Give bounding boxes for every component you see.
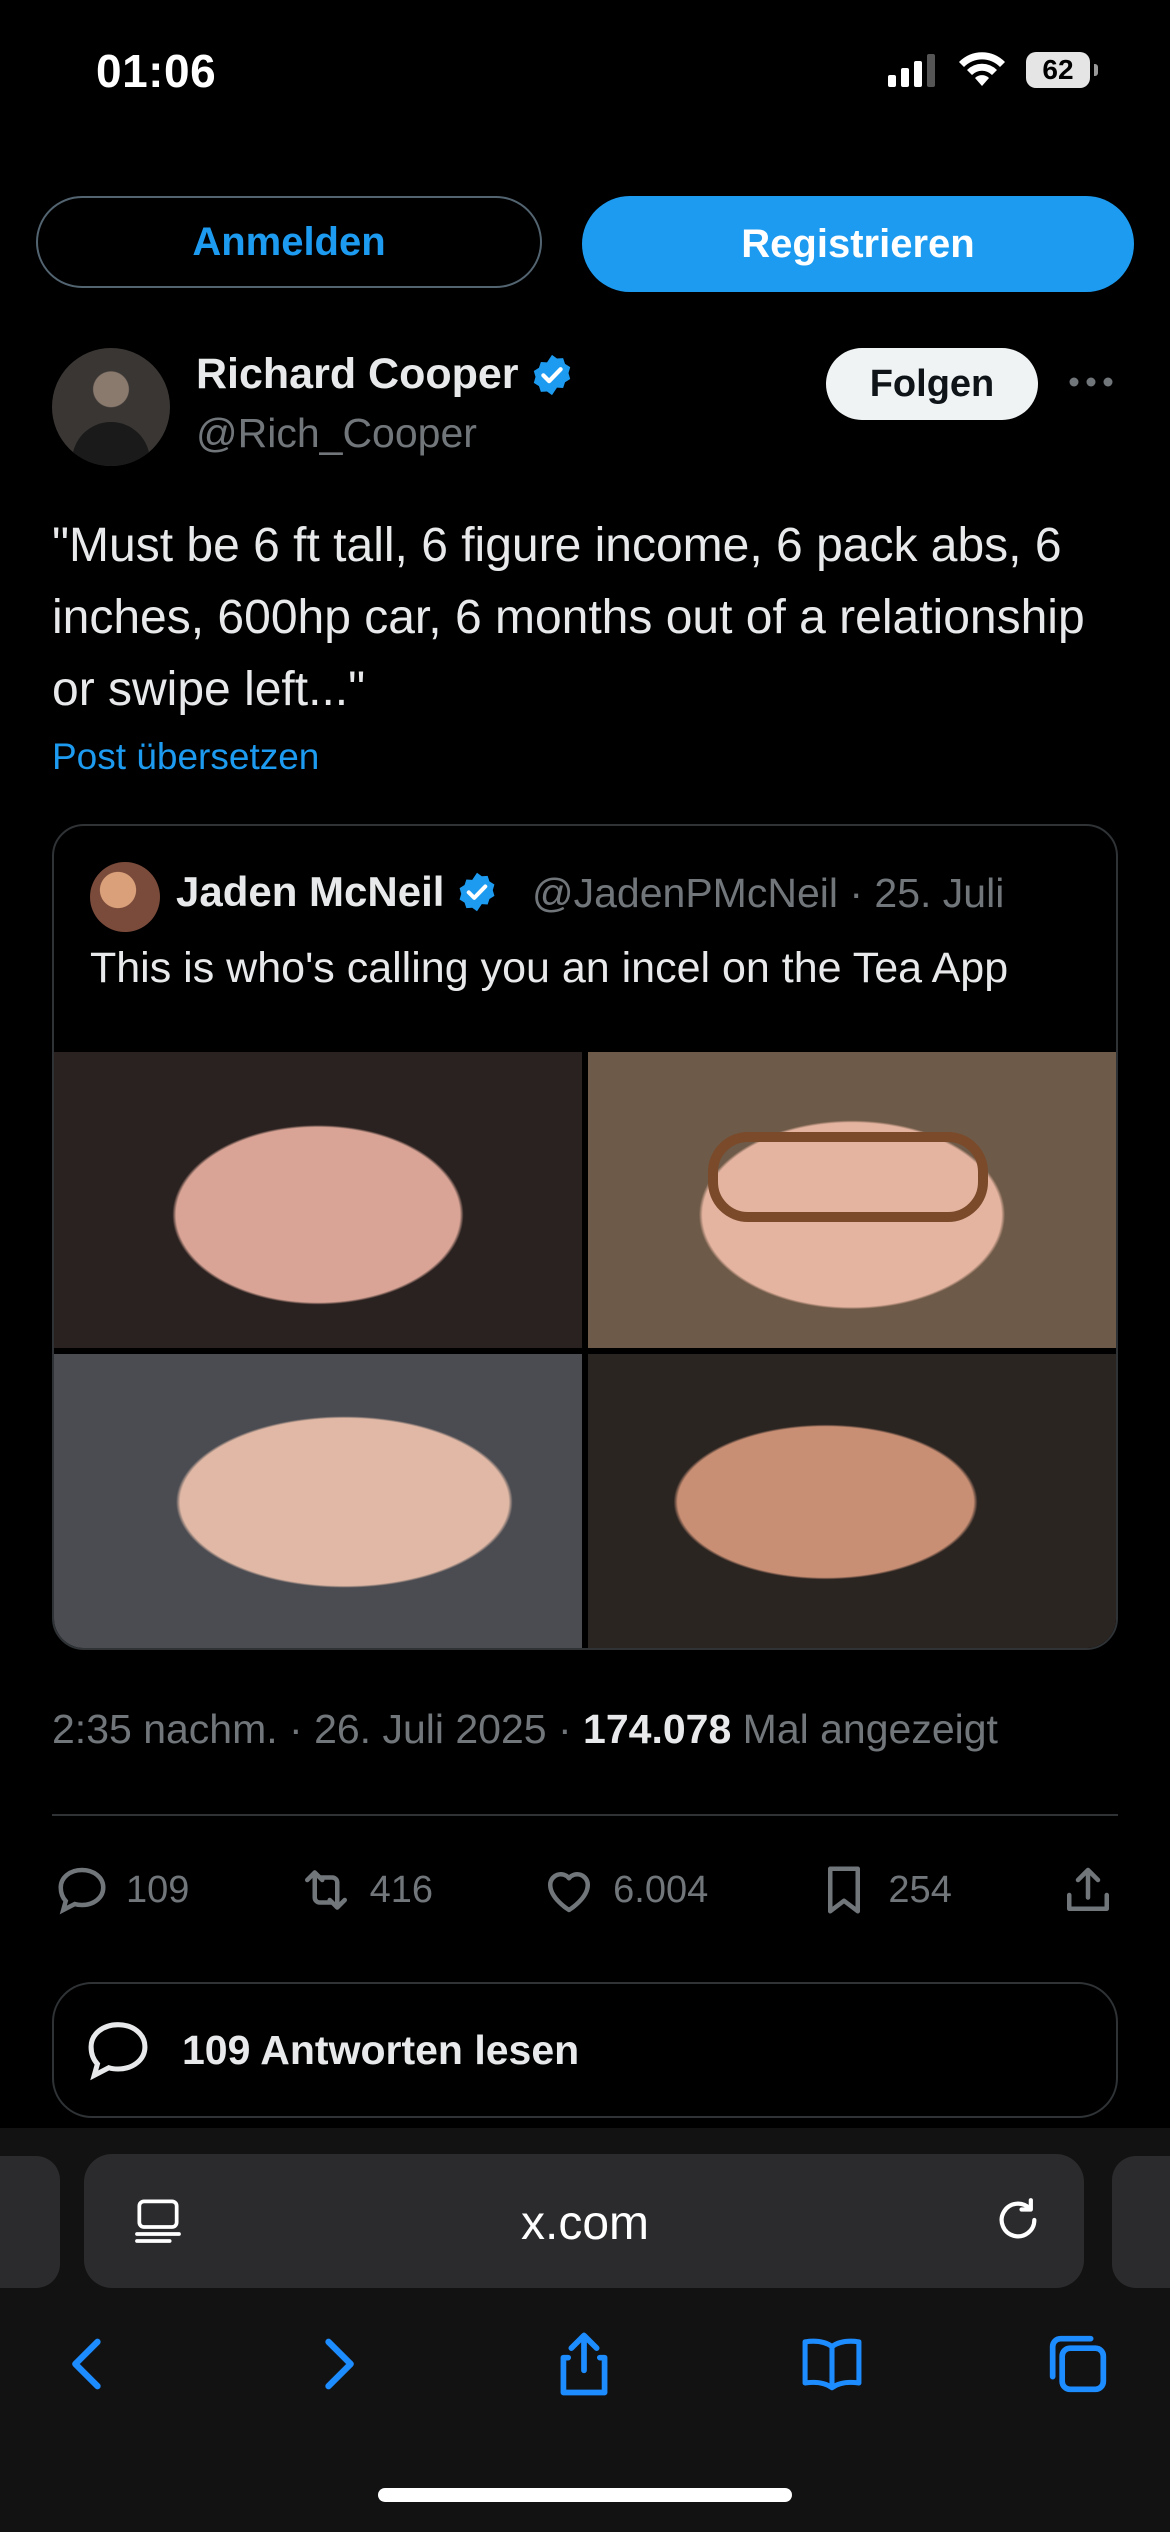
reply-count: 109 (126, 1868, 190, 1911)
quoted-author-avatar[interactable] (90, 862, 160, 932)
heart-icon (548, 1872, 591, 1913)
back-icon[interactable] (50, 2326, 126, 2402)
login-button[interactable]: Anmelden (36, 196, 542, 288)
quoted-photo-4[interactable] (588, 1354, 1116, 1648)
share-page-icon[interactable] (546, 2326, 622, 2402)
share-icon (1067, 1867, 1109, 1911)
read-replies-button[interactable]: 109 Antworten lesen (52, 1982, 1118, 2118)
author-name-row[interactable]: Richard Cooper (196, 350, 575, 399)
retweet-count: 416 (369, 1868, 433, 1911)
like-action[interactable]: 6.004 (539, 1860, 708, 1920)
quoted-author-name[interactable]: Jaden McNeil (176, 868, 444, 916)
signal-icon (888, 54, 935, 87)
views-count: 174.078 (583, 1706, 732, 1752)
quoted-tweet[interactable]: Jaden McNeil @JadenPMcNeil · 25. Juli Th… (52, 824, 1118, 1650)
verified-badge-icon (454, 869, 500, 915)
status-time: 01:06 (96, 45, 217, 97)
tweet-timestamp[interactable]: 2:35 nachm. · 26. Juli 2025 · (52, 1706, 572, 1752)
glasses-shape (708, 1132, 988, 1222)
reply-icon (58, 1867, 106, 1915)
wifi-icon (959, 52, 1005, 86)
tweet-meta: 2:35 nachm. · 26. Juli 2025 · 174.078 Ma… (52, 1706, 998, 1753)
quoted-author-name-row[interactable]: Jaden McNeil (176, 868, 500, 916)
quoted-photo-3[interactable] (54, 1354, 582, 1648)
quoted-photo-1[interactable] (54, 1052, 582, 1348)
bookmark-count: 254 (888, 1868, 952, 1911)
battery-indicator: 62 (1026, 52, 1098, 88)
verified-badge-icon (529, 352, 575, 398)
author-name[interactable]: Richard Cooper (196, 350, 519, 399)
quoted-handle-date: @JadenPMcNeil · 25. Juli (532, 870, 1005, 916)
views-label: Mal angezeigt (742, 1706, 998, 1752)
follow-button[interactable]: Folgen (826, 348, 1038, 420)
retweet-action[interactable]: 416 (296, 1860, 433, 1920)
divider (52, 1814, 1118, 1816)
quoted-photo-2[interactable] (588, 1052, 1116, 1348)
read-replies-label: 109 Antworten lesen (182, 2026, 580, 2073)
page-menu-icon[interactable] (130, 2192, 186, 2248)
share-action[interactable] (1058, 1860, 1118, 1920)
tabs-icon[interactable] (1040, 2326, 1116, 2402)
replies-bubble-icon (88, 2022, 148, 2081)
bookmarks-icon[interactable] (794, 2326, 870, 2402)
quoted-media-grid[interactable] (54, 1052, 1116, 1648)
reload-icon[interactable] (990, 2192, 1046, 2248)
bookmark-action[interactable]: 254 (814, 1860, 952, 1920)
status-indicators: 62 (888, 52, 1098, 88)
reply-action[interactable]: 109 (52, 1860, 189, 1920)
action-bar: 109 416 6.004 254 (52, 1850, 1118, 1930)
author-avatar[interactable] (52, 348, 170, 466)
retweet-icon (304, 1870, 347, 1910)
register-button[interactable]: Registrieren (582, 196, 1134, 292)
author-handle[interactable]: @Rich_Cooper (196, 410, 477, 457)
forward-icon[interactable] (300, 2326, 376, 2402)
tweet-text: "Must be 6 ft tall, 6 figure income, 6 p… (52, 519, 1085, 716)
quoted-text: This is who's calling you an incel on th… (90, 944, 1009, 992)
more-options-icon[interactable] (1066, 362, 1116, 402)
bookmark-icon (828, 1866, 861, 1914)
translate-link[interactable]: Post übersetzen (52, 736, 319, 778)
like-count: 6.004 (613, 1868, 709, 1911)
home-indicator[interactable] (378, 2488, 792, 2502)
